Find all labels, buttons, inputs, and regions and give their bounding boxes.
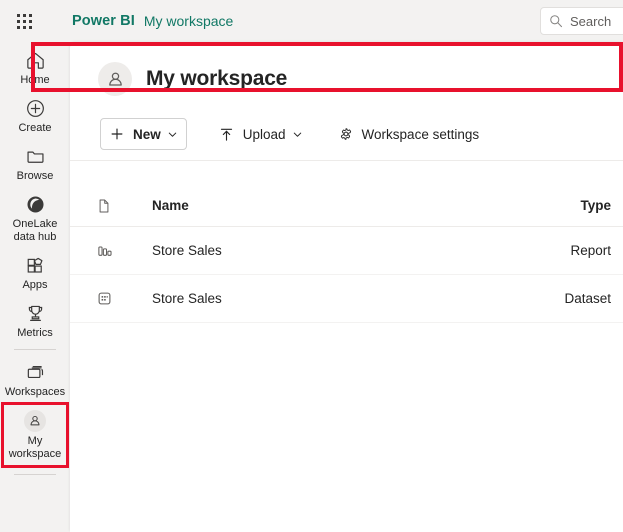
app-launcher-waffle-icon[interactable] bbox=[0, 0, 48, 42]
top-bar: Power BI My workspace bbox=[0, 0, 623, 42]
breadcrumb[interactable]: My workspace bbox=[144, 13, 233, 29]
sidebar-item-browse[interactable]: Browse bbox=[1, 138, 69, 186]
apps-grid-icon bbox=[24, 254, 46, 276]
table-header-row: Name Type bbox=[70, 185, 623, 227]
sidebar-label: Home bbox=[20, 74, 49, 87]
sidebar-label: Workspaces bbox=[5, 386, 65, 399]
chevron-down-icon bbox=[168, 130, 177, 139]
person-avatar-icon bbox=[24, 410, 46, 432]
upload-button[interactable]: Upload bbox=[215, 119, 306, 149]
workspace-toolbar: New Upload bbox=[70, 96, 623, 152]
workspaces-stack-icon bbox=[24, 361, 46, 383]
brand-title[interactable]: Power BI bbox=[72, 13, 135, 29]
upload-button-label: Upload bbox=[243, 127, 286, 142]
workspace-settings-label: Workspace settings bbox=[362, 127, 480, 142]
item-type: Report bbox=[503, 243, 623, 258]
search-icon bbox=[549, 14, 563, 28]
sidebar-label: Apps bbox=[22, 279, 47, 292]
column-header-name[interactable]: Name bbox=[128, 198, 503, 213]
workspace-settings-button[interactable]: Workspace settings bbox=[334, 119, 484, 149]
home-icon bbox=[24, 49, 46, 71]
sidebar-label: My workspace bbox=[4, 435, 66, 461]
gear-icon bbox=[338, 126, 354, 142]
workspace-avatar bbox=[98, 62, 132, 96]
sidebar-item-create[interactable]: Create bbox=[1, 90, 69, 138]
chevron-down-icon bbox=[293, 130, 302, 139]
sidebar-item-workspaces[interactable]: Workspaces bbox=[1, 354, 69, 402]
item-name[interactable]: Store Sales bbox=[128, 243, 503, 258]
new-button[interactable]: New bbox=[100, 118, 187, 150]
sidebar-divider-bottom bbox=[14, 474, 56, 475]
table-row[interactable]: Store Sales Report bbox=[70, 227, 623, 275]
dataset-grid-icon bbox=[88, 290, 128, 307]
workspace-content-panel: My workspace New bbox=[70, 42, 623, 532]
item-type: Dataset bbox=[503, 291, 623, 306]
sidebar-label: OneLake data hub bbox=[2, 218, 68, 244]
toolbar-divider bbox=[70, 160, 623, 161]
document-icon bbox=[88, 198, 128, 214]
sidebar-item-metrics[interactable]: Metrics bbox=[1, 295, 69, 343]
plus-icon bbox=[109, 126, 125, 142]
search-box[interactable] bbox=[540, 7, 623, 35]
workspace-header: My workspace bbox=[70, 42, 623, 96]
sidebar-item-home[interactable]: Home bbox=[1, 42, 69, 90]
column-header-type[interactable]: Type bbox=[503, 198, 623, 213]
sidebar-label: Create bbox=[18, 122, 51, 135]
sidebar-item-apps[interactable]: Apps bbox=[1, 247, 69, 295]
power-bi-app: Power BI My workspace Home bbox=[0, 0, 623, 532]
new-button-label: New bbox=[133, 127, 161, 142]
onelake-icon bbox=[24, 193, 46, 215]
folder-icon bbox=[24, 145, 46, 167]
plus-circle-icon bbox=[24, 97, 46, 119]
trophy-icon bbox=[24, 302, 46, 324]
sidebar-item-onelake-data-hub[interactable]: OneLake data hub bbox=[1, 186, 69, 247]
sidebar-label: Metrics bbox=[17, 327, 52, 340]
sidebar-divider bbox=[14, 349, 56, 350]
sidebar-label: Browse bbox=[17, 170, 54, 183]
sidebar-item-my-workspace[interactable]: My workspace bbox=[1, 402, 69, 468]
upload-arrow-icon bbox=[219, 126, 235, 142]
items-table: Name Type Store Sales Report bbox=[70, 185, 623, 323]
search-input[interactable] bbox=[570, 14, 623, 29]
bar-chart-icon bbox=[88, 242, 128, 260]
item-name[interactable]: Store Sales bbox=[128, 291, 503, 306]
table-row[interactable]: Store Sales Dataset bbox=[70, 275, 623, 323]
page-title: My workspace bbox=[146, 67, 287, 91]
left-navigation: Home Create Browse bbox=[0, 42, 70, 532]
